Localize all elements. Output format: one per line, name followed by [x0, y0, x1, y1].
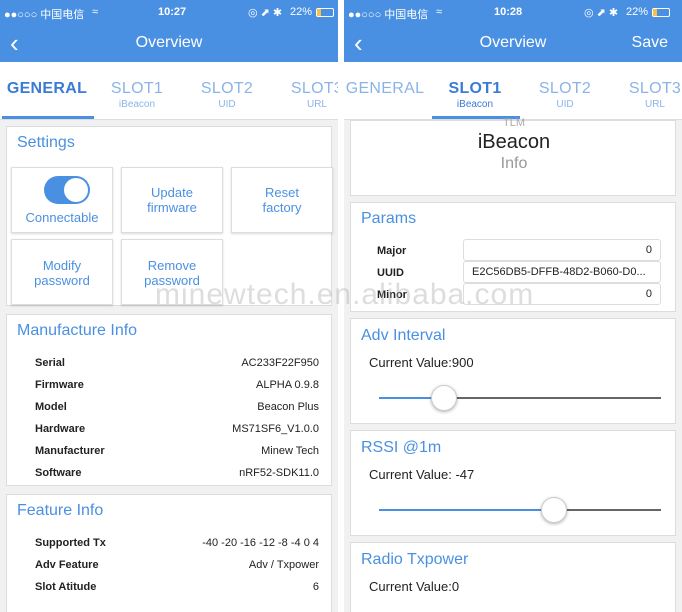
reset-factory-button[interactable]: Reset factory: [231, 167, 333, 233]
info-row-firmware: Firmware ALPHA 0.9.8: [35, 379, 319, 391]
tab-slot2[interactable]: SLOT2 UID: [520, 80, 610, 110]
info-row-software: Software nRF52-SDK11.0: [35, 467, 319, 479]
info-row-model: Model Beacon Plus: [35, 401, 319, 413]
save-button[interactable]: Save: [632, 34, 668, 52]
adv-interval-slider[interactable]: [379, 385, 661, 411]
info-row-hardware: Hardware MS71SF6_V1.0.0: [35, 423, 319, 435]
radio-txpower-card: Radio Txpower Current Value:0: [350, 542, 676, 612]
nav-bar: ‹ Overview: [0, 26, 338, 62]
watermark: minewtech.en.alibaba.com: [155, 278, 535, 311]
tab-slot1[interactable]: SLOT1 iBeacon: [430, 80, 520, 110]
feature-title: Feature Info: [17, 502, 104, 519]
battery-level: 22%: [290, 6, 313, 18]
battery-icon: [316, 8, 334, 17]
tab-general[interactable]: GENERAL: [344, 80, 430, 99]
clock: 10:27: [158, 6, 187, 18]
connectable-toggle[interactable]: [44, 176, 90, 204]
rssi-handle[interactable]: [540, 497, 567, 523]
manufacture-info-card: Manufacture Info Serial AC233F22F950 Firm…: [6, 314, 332, 486]
frame-type-card[interactable]: TLM iBeacon Info: [350, 117, 676, 196]
frame-type-label: iBeacon: [477, 131, 551, 153]
nav-bar: ‹ Overview Save: [344, 26, 682, 62]
modify-password-button[interactable]: Modify password: [11, 239, 113, 305]
major-label: Major: [377, 245, 407, 257]
tab-general[interactable]: GENERAL: [2, 80, 92, 99]
update-firmware-button[interactable]: Update firmware: [121, 167, 223, 233]
info-row-adv-feature: Adv Feature Adv / Txpower: [35, 559, 319, 571]
nav-title: Overview: [135, 34, 203, 51]
wifi-icon: ≈: [92, 6, 99, 18]
battery-icon: [652, 8, 670, 17]
radio-txpower-value: Current Value:0: [369, 579, 460, 594]
slot-tabs: GENERAL SLOT1 iBeacon SLOT2 UID SLOT3 URL: [0, 62, 338, 120]
connectable-tile[interactable]: Connectable: [11, 167, 113, 233]
carrier-label: ●●○○○ 中国电信: [348, 9, 429, 21]
frame-type-prev: TLM: [503, 117, 525, 129]
adv-interval-title: Adv Interval: [361, 327, 446, 344]
wifi-icon: ≈: [436, 6, 443, 18]
slot-tabs: GENERAL SLOT1 iBeacon SLOT2 UID SLOT3 URL: [344, 62, 682, 120]
battery-level: 22%: [626, 6, 649, 18]
tab-slot3[interactable]: SLOT3 URL: [610, 80, 682, 110]
tab-slot1[interactable]: SLOT1 iBeacon: [92, 80, 182, 110]
adv-interval-value: Current Value:900: [369, 355, 474, 370]
clock: 10:28: [494, 6, 523, 18]
carrier-label: ●●○○○ 中国电信: [4, 9, 85, 21]
status-bar: ●●○○○ 中国电信 ≈ 10:28 ◎ ⬈ ✱ 22%: [344, 0, 682, 26]
major-input[interactable]: 0: [463, 239, 661, 261]
adv-interval-card: Adv Interval Current Value:900: [350, 318, 676, 424]
tab-slot2[interactable]: SLOT2 UID: [182, 80, 272, 110]
rssi-card: RSSI @1m Current Value: -47: [350, 430, 676, 536]
radio-txpower-title: Radio Txpower: [361, 551, 469, 568]
rssi-slider[interactable]: [379, 497, 661, 523]
info-row-slot-atitude: Slot Atitude 6: [35, 581, 319, 593]
adv-interval-handle[interactable]: [430, 385, 457, 411]
manufacture-title: Manufacture Info: [17, 322, 138, 339]
status-icons: ◎ ⬈ ✱: [584, 7, 619, 19]
tab-slot3[interactable]: SLOT3 URL: [272, 80, 338, 110]
info-row-serial: Serial AC233F22F950: [35, 357, 319, 369]
active-tab-indicator: [2, 116, 94, 119]
info-row-supported-tx: Supported Tx -40 -20 -16 -12 -8 -4 0 4: [35, 537, 319, 549]
rssi-title: RSSI @1m: [361, 439, 442, 456]
params-title: Params: [361, 210, 417, 227]
feature-info-card: Feature Info Supported Tx -40 -20 -16 -12…: [6, 494, 332, 612]
info-row-manufacturer: Manufacturer Minew Tech: [35, 445, 319, 457]
connectable-label: Connectable: [25, 210, 99, 225]
rssi-value: Current Value: -47: [369, 467, 475, 482]
frame-type-next: Info: [500, 155, 528, 172]
settings-title: Settings: [17, 134, 75, 151]
status-bar: ●●○○○ 中国电信 ≈ 10:27 ◎ ⬈ ✱ 22%: [0, 0, 338, 26]
status-icons: ◎ ⬈ ✱: [248, 7, 283, 19]
rssi-fill: [379, 509, 554, 511]
